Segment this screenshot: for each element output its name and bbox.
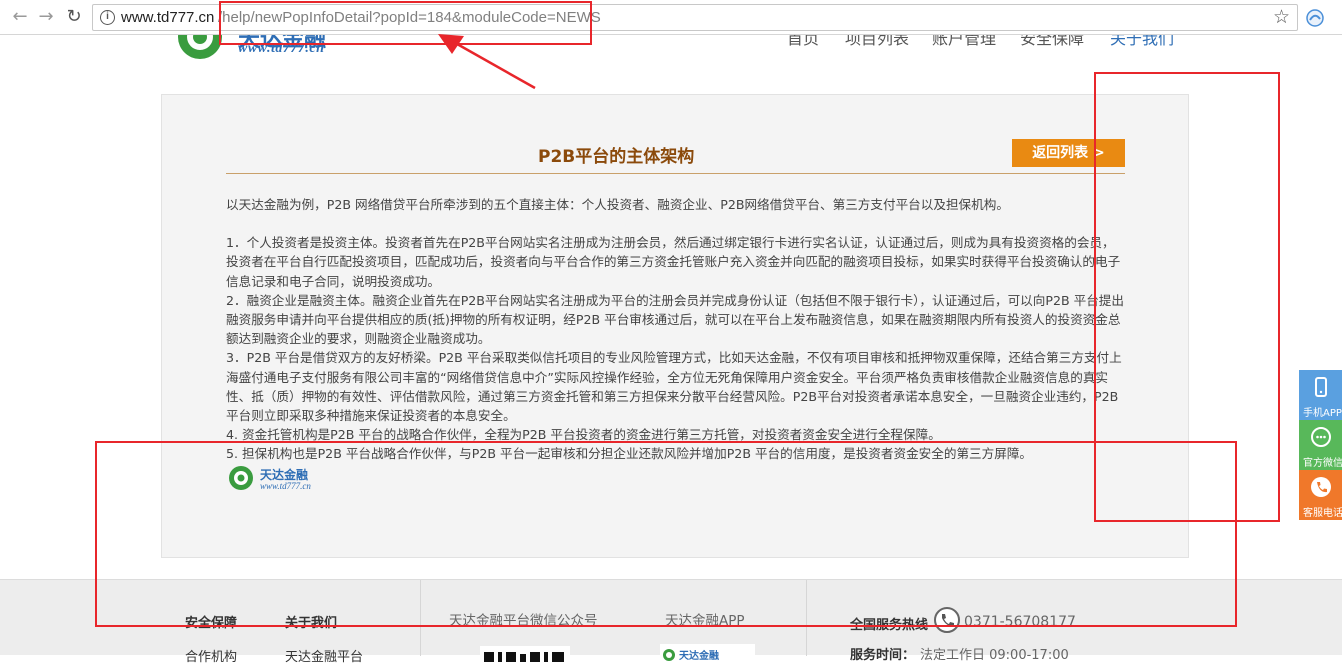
article-item-1: 1．个人投资者是投资主体。投资者首先在P2B平台网站实名注册成为注册会员，然后通…: [226, 235, 1121, 289]
reload-button[interactable]: ↻: [62, 5, 86, 29]
article-body: 以天达金融为例，P2B 网络借贷平台所牵涉到的五个直接主体：个人投资者、融资企业…: [226, 195, 1124, 464]
article-item-3: 3．P2B 平台是借贷双方的友好桥梁。P2B 平台采取类似信托项目的专业风险管理…: [226, 350, 1122, 424]
site-header: 天达金融 www.td777.cn 首页 项目列表 账户管理 安全保障 关于我们: [0, 35, 1342, 65]
bookmark-star-icon[interactable]: ☆: [1273, 6, 1290, 28]
app-qr-code: 天达金融: [660, 644, 755, 664]
side-app-label: 手机APP: [1303, 408, 1342, 419]
forward-button[interactable]: →: [34, 5, 58, 29]
side-wechat-label: 官方微信: [1303, 458, 1342, 469]
annotation-bottom-box: [95, 441, 1237, 627]
footer-platform-link[interactable]: 天达金融平台: [285, 646, 363, 665]
article-item-2: 2．融资企业是融资主体。融资企业首先在P2B平台网站实名注册成为平台的注册会员并…: [226, 292, 1124, 347]
article-title: P2B平台的主体架构: [538, 147, 695, 167]
browser-toolbar: ← → ↻ i www.td777.cn /help/newPopInfoDet…: [0, 0, 1342, 35]
wechat-icon: [1311, 427, 1331, 447]
phone-icon: [1315, 377, 1327, 397]
service-hours-label: 服务时间：: [850, 648, 916, 663]
nav-projects[interactable]: 项目列表: [845, 35, 909, 49]
article-intro: 以天达金融为例，P2B 网络借贷平台所牵涉到的五个直接主体：个人投资者、融资企业…: [226, 197, 1009, 212]
call-icon: [1311, 477, 1331, 497]
wechat-qr-code: [480, 646, 570, 666]
nav-about[interactable]: 关于我们: [1110, 35, 1174, 49]
back-button[interactable]: ←: [8, 5, 32, 29]
side-app-button[interactable]: 手机APP: [1299, 370, 1342, 420]
site-logo-icon[interactable]: [175, 35, 225, 61]
service-hours-value: 法定工作日 09:00-17:00: [920, 648, 1069, 663]
title-divider: [226, 173, 1125, 174]
footer-partners-link[interactable]: 合作机构: [185, 646, 237, 665]
nav-home[interactable]: 首页: [787, 35, 819, 49]
app-logo-icon: [663, 649, 675, 661]
info-icon[interactable]: i: [100, 10, 115, 25]
extension-icon[interactable]: [1305, 8, 1325, 28]
url-host: www.td777.cn: [121, 9, 215, 26]
side-wechat-button[interactable]: 官方微信: [1299, 420, 1342, 470]
annotation-arrow-icon: [438, 34, 536, 90]
side-call-button[interactable]: 客服电话: [1299, 470, 1342, 520]
nav-security[interactable]: 安全保障: [1020, 35, 1084, 49]
side-call-label: 客服电话: [1303, 508, 1342, 519]
nav-account[interactable]: 账户管理: [932, 35, 996, 49]
